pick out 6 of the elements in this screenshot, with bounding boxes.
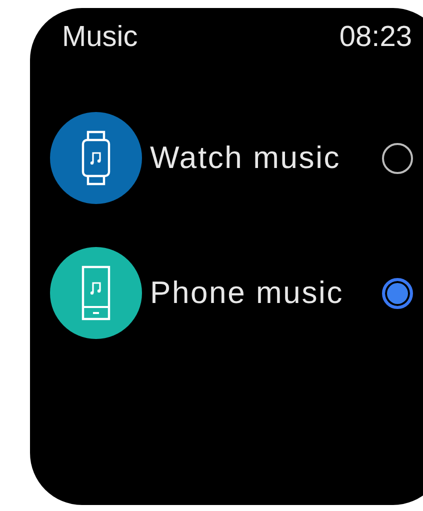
clock-time: 08:23 (339, 20, 412, 54)
radio-button[interactable] (382, 142, 413, 174)
screen-title: Music (62, 20, 138, 54)
radio-button[interactable] (382, 278, 413, 308)
option-label[interactable]: Watch music (150, 134, 378, 182)
option-label[interactable]: Phone music (150, 270, 378, 316)
